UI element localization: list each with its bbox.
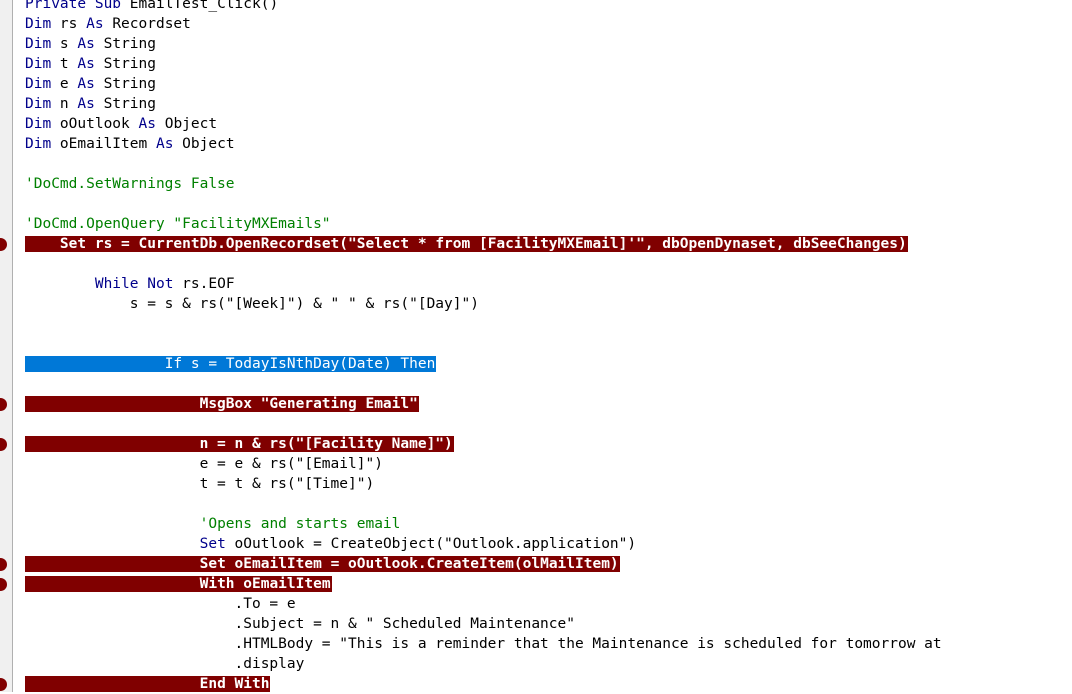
code-line-text: Set oOutlook = CreateObject("Outlook.app… xyxy=(199,536,637,552)
code-line[interactable] xyxy=(25,494,1072,514)
code-line-text: n = n & rs("[Facility Name]") xyxy=(25,436,454,452)
code-line[interactable]: Dim e As String xyxy=(25,74,1072,94)
code-line[interactable]: .Subject = n & " Scheduled Maintenance" xyxy=(25,614,1072,634)
code-line[interactable]: With oEmailItem xyxy=(25,574,1072,594)
code-line-text: Set oEmailItem = oOutlook.CreateItem(olM… xyxy=(25,556,620,572)
code-line[interactable]: Dim t As String xyxy=(25,54,1072,74)
code-line-text: .Subject = n & " Scheduled Maintenance" xyxy=(25,616,575,632)
code-line[interactable]: Set oEmailItem = oOutlook.CreateItem(olM… xyxy=(25,554,1072,574)
code-editor[interactable]: Private Sub EmailTest_Click() Dim rs As R… xyxy=(25,0,1072,694)
code-line-text: .To = e xyxy=(25,596,296,612)
code-line-text: t = t & rs("[Time]") xyxy=(25,476,375,492)
code-line[interactable]: e = e & rs("[Email]") xyxy=(25,454,1072,474)
code-line-text: .display xyxy=(25,656,305,672)
code-line[interactable]: 'Opens and starts email xyxy=(25,514,1072,534)
code-line-text: Dim rs As Recordset xyxy=(25,16,191,32)
code-line[interactable]: .display xyxy=(25,654,1072,674)
code-line-text: Dim e As String xyxy=(25,76,156,92)
code-line[interactable]: While Not rs.EOF xyxy=(25,274,1072,294)
code-line[interactable]: Set rs = CurrentDb.OpenRecordset("Select… xyxy=(25,234,1072,254)
code-line-text: MsgBox "Generating Email" xyxy=(25,396,419,412)
code-line-text: 'DoCmd.OpenQuery "FacilityMXEmails" xyxy=(25,216,331,232)
code-line-text: 'DoCmd.SetWarnings False xyxy=(25,176,235,192)
code-line-text: While Not rs.EOF xyxy=(94,276,235,292)
code-line-text: Set rs = CurrentDb.OpenRecordset("Select… xyxy=(25,236,908,252)
code-line-text: Private Sub EmailTest_Click() xyxy=(25,0,279,12)
code-line-text: .HTMLBody = "This is a reminder that the… xyxy=(25,636,942,652)
code-line[interactable]: Dim s As String xyxy=(25,34,1072,54)
code-line[interactable]: Dim n As String xyxy=(25,94,1072,114)
code-line-text: 'Opens and starts email xyxy=(199,516,401,532)
code-line[interactable] xyxy=(25,314,1072,334)
code-line[interactable]: t = t & rs("[Time]") xyxy=(25,474,1072,494)
code-line-text: Dim t As String xyxy=(25,56,156,72)
code-line[interactable]: 'DoCmd.SetWarnings False xyxy=(25,174,1072,194)
code-line[interactable]: .To = e xyxy=(25,594,1072,614)
code-line[interactable] xyxy=(25,414,1072,434)
code-line[interactable]: Dim oEmailItem As Object xyxy=(25,134,1072,154)
code-line-text: e = e & rs("[Email]") xyxy=(25,456,383,472)
code-line[interactable]: .HTMLBody = "This is a reminder that the… xyxy=(25,634,1072,654)
code-line[interactable]: Set oOutlook = CreateObject("Outlook.app… xyxy=(25,534,1072,554)
code-line-text: Dim oOutlook As Object xyxy=(25,116,218,132)
code-line-text: End With xyxy=(25,676,271,692)
code-line[interactable]: Dim oOutlook As Object xyxy=(25,114,1072,134)
code-line[interactable]: Dim rs As Recordset xyxy=(25,14,1072,34)
code-line[interactable] xyxy=(25,334,1072,354)
code-line[interactable] xyxy=(25,194,1072,214)
code-line[interactable]: 'DoCmd.OpenQuery "FacilityMXEmails" xyxy=(25,214,1072,234)
code-line-text: Dim n As String xyxy=(25,96,156,112)
code-line[interactable]: End With xyxy=(25,674,1072,694)
code-line[interactable] xyxy=(25,154,1072,174)
code-line[interactable]: Private Sub EmailTest_Click() xyxy=(25,0,1072,14)
code-line[interactable] xyxy=(25,374,1072,394)
code-line[interactable] xyxy=(25,254,1072,274)
code-line-text: Dim s As String xyxy=(25,36,156,52)
code-line-text: s = s & rs("[Week]") & " " & rs("[Day]") xyxy=(25,296,479,312)
code-line[interactable]: n = n & rs("[Facility Name]") xyxy=(25,434,1072,454)
code-line-text: With oEmailItem xyxy=(25,576,332,592)
code-line[interactable]: If s = TodayIsNthDay(Date) Then xyxy=(25,354,1072,374)
code-line[interactable]: s = s & rs("[Week]") & " " & rs("[Day]") xyxy=(25,294,1072,314)
code-line[interactable]: MsgBox "Generating Email" xyxy=(25,394,1072,414)
code-line-text: If s = TodayIsNthDay(Date) Then xyxy=(25,356,437,372)
code-line-text: Dim oEmailItem As Object xyxy=(25,136,235,152)
